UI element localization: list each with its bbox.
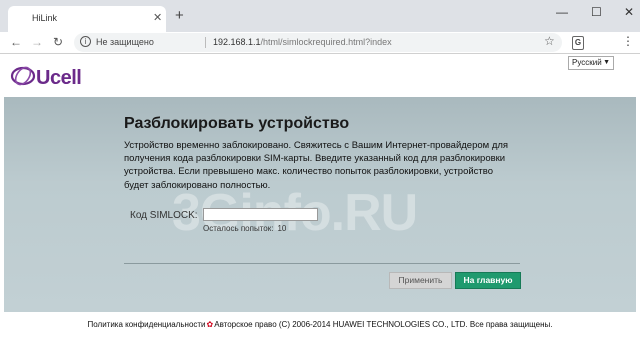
maximize-button[interactable]: ☐ xyxy=(591,5,602,19)
security-label[interactable]: Не защищено xyxy=(96,37,154,47)
home-button[interactable]: На главную xyxy=(455,272,521,289)
address-bar[interactable]: i Не защищено 192.168.1.1/html/simlockre… xyxy=(74,33,562,52)
simlock-input[interactable] xyxy=(203,208,318,221)
new-tab-button[interactable]: + xyxy=(175,8,184,23)
copyright-text: Авторское право (C) 2006-2014 HUAWEI TEC… xyxy=(214,320,553,329)
url-text[interactable]: 192.168.1.1/html/simlockrequired.html?in… xyxy=(213,37,392,47)
page-header: Ucell Русский ▼ xyxy=(0,55,640,97)
apply-button[interactable]: Применить xyxy=(389,272,452,289)
minimize-button[interactable]: — xyxy=(556,5,568,19)
url-host: 192.168.1.1 xyxy=(213,37,261,47)
lock-description: Устройство временно заблокировано. Свяжи… xyxy=(124,140,509,191)
tab-title: HiLink xyxy=(32,13,58,23)
attempts-count: 10 xyxy=(277,224,287,233)
browser-tab[interactable]: HiLink ✕ xyxy=(8,6,166,32)
browser-menu-icon[interactable]: ⋮ xyxy=(622,34,634,48)
language-select[interactable]: Русский ▼ xyxy=(568,56,614,70)
browser-titlebar: HiLink ✕ + — ☐ ✕ xyxy=(0,0,640,32)
form-divider xyxy=(124,263,520,264)
ucell-logo-icon xyxy=(10,66,36,86)
url-path: /html/simlockrequired.html?index xyxy=(260,37,392,47)
privacy-link[interactable]: Политика конфиденциальности xyxy=(88,320,206,329)
chevron-down-icon: ▼ xyxy=(603,59,610,66)
simlock-label: Код SIMLOCK: xyxy=(130,210,198,221)
tab-close-icon[interactable]: ✕ xyxy=(153,11,162,24)
extension-icon[interactable]: G xyxy=(572,36,584,50)
close-window-button[interactable]: ✕ xyxy=(624,5,634,19)
brand-logo-text: Ucell xyxy=(36,67,82,89)
address-divider xyxy=(205,37,206,48)
forward-button[interactable]: → xyxy=(31,35,43,49)
reload-button[interactable]: ↻ xyxy=(53,35,63,49)
attempts-remaining: Осталось попыток: 10 xyxy=(203,224,286,233)
bookmark-star-icon[interactable]: ☆ xyxy=(544,34,555,48)
info-icon[interactable]: i xyxy=(80,36,91,47)
attempts-label: Осталось попыток: xyxy=(203,224,274,233)
page-title: Разблокировать устройство xyxy=(124,115,350,132)
browser-toolbar: ← → ↻ i Не защищено 192.168.1.1/html/sim… xyxy=(0,32,640,54)
huawei-logo-icon: ✿ xyxy=(206,320,214,329)
page-footer: Политика конфиденциальности✿Авторское пр… xyxy=(0,320,640,329)
language-value: Русский xyxy=(572,58,602,67)
back-button[interactable]: ← xyxy=(10,35,22,49)
